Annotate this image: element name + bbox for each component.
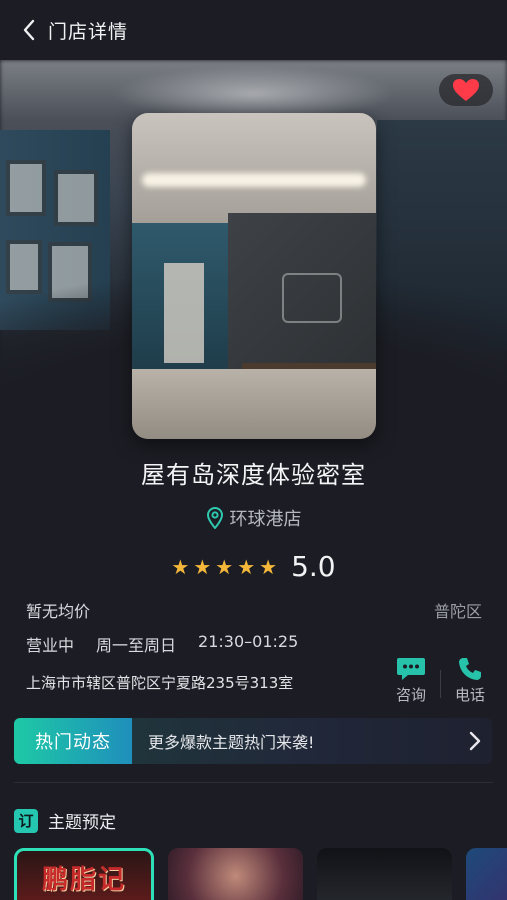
- branch-location: 环球港店: [0, 505, 507, 531]
- theme-carousel[interactable]: 鹏脂记: [14, 848, 507, 900]
- open-status: 营业中: [26, 636, 75, 655]
- contact-actions: 咨询 电话: [396, 656, 485, 705]
- consult-button[interactable]: 咨询: [396, 656, 426, 705]
- theme-booking-header: 订 主题预定: [14, 808, 116, 833]
- star-icon: ★: [259, 554, 278, 579]
- top-bar: 门店详情: [0, 0, 507, 60]
- average-price: 暂无均价: [26, 602, 91, 621]
- section-title: 主题预定: [48, 813, 116, 833]
- branch-label: 环球港店: [229, 509, 302, 530]
- theme-card[interactable]: [466, 848, 507, 900]
- heart-icon: [453, 79, 479, 101]
- back-button[interactable]: [22, 17, 44, 43]
- chevron-left-icon: [23, 19, 35, 41]
- star-icon: ★: [215, 554, 234, 579]
- hot-news-banner[interactable]: 热门动态 更多爆款主题热门来袭!: [14, 718, 492, 764]
- store-logo: [282, 273, 342, 323]
- star-icon: ★: [171, 554, 190, 579]
- consult-label: 咨询: [395, 686, 426, 704]
- chat-icon: [396, 658, 425, 680]
- rating-score: 5.0: [291, 550, 336, 583]
- divider: [14, 782, 493, 783]
- star-icon: ★: [237, 554, 256, 579]
- store-photo[interactable]: [132, 113, 376, 439]
- theme-card[interactable]: [168, 848, 303, 900]
- theme-title: 鹏脂记: [41, 865, 126, 895]
- phone-label: 电话: [454, 686, 485, 704]
- hot-news-text: 更多爆款主题热门来袭!: [148, 733, 315, 752]
- divider: [439, 670, 441, 698]
- hot-news-tag: 热门动态: [14, 718, 132, 764]
- store-address[interactable]: 上海市市辖区普陀区宁夏路235号313室: [26, 672, 293, 693]
- location-pin-icon: [206, 507, 223, 529]
- star-icon: ★: [193, 554, 212, 579]
- page-title: 门店详情: [48, 20, 129, 43]
- theme-card[interactable]: [317, 848, 452, 900]
- rating: ★ ★ ★ ★ ★ 5.0: [0, 550, 507, 583]
- favorite-button[interactable]: [439, 74, 493, 106]
- business-hours: 营业中 周一至周日 21:30–01:25: [26, 632, 298, 656]
- theme-card[interactable]: 鹏脂记: [14, 848, 154, 900]
- open-days: 周一至周日: [96, 636, 177, 655]
- booking-badge-icon: 订: [14, 808, 38, 833]
- open-time: 21:30–01:25: [198, 632, 299, 651]
- chevron-right-icon: [469, 731, 481, 751]
- rating-stars: ★ ★ ★ ★ ★: [171, 557, 277, 577]
- phone-icon: [458, 658, 481, 680]
- phone-button[interactable]: 电话: [455, 656, 485, 705]
- district-label: 普陀区: [433, 602, 482, 621]
- store-name: 屋有岛深度体验密室: [141, 461, 366, 489]
